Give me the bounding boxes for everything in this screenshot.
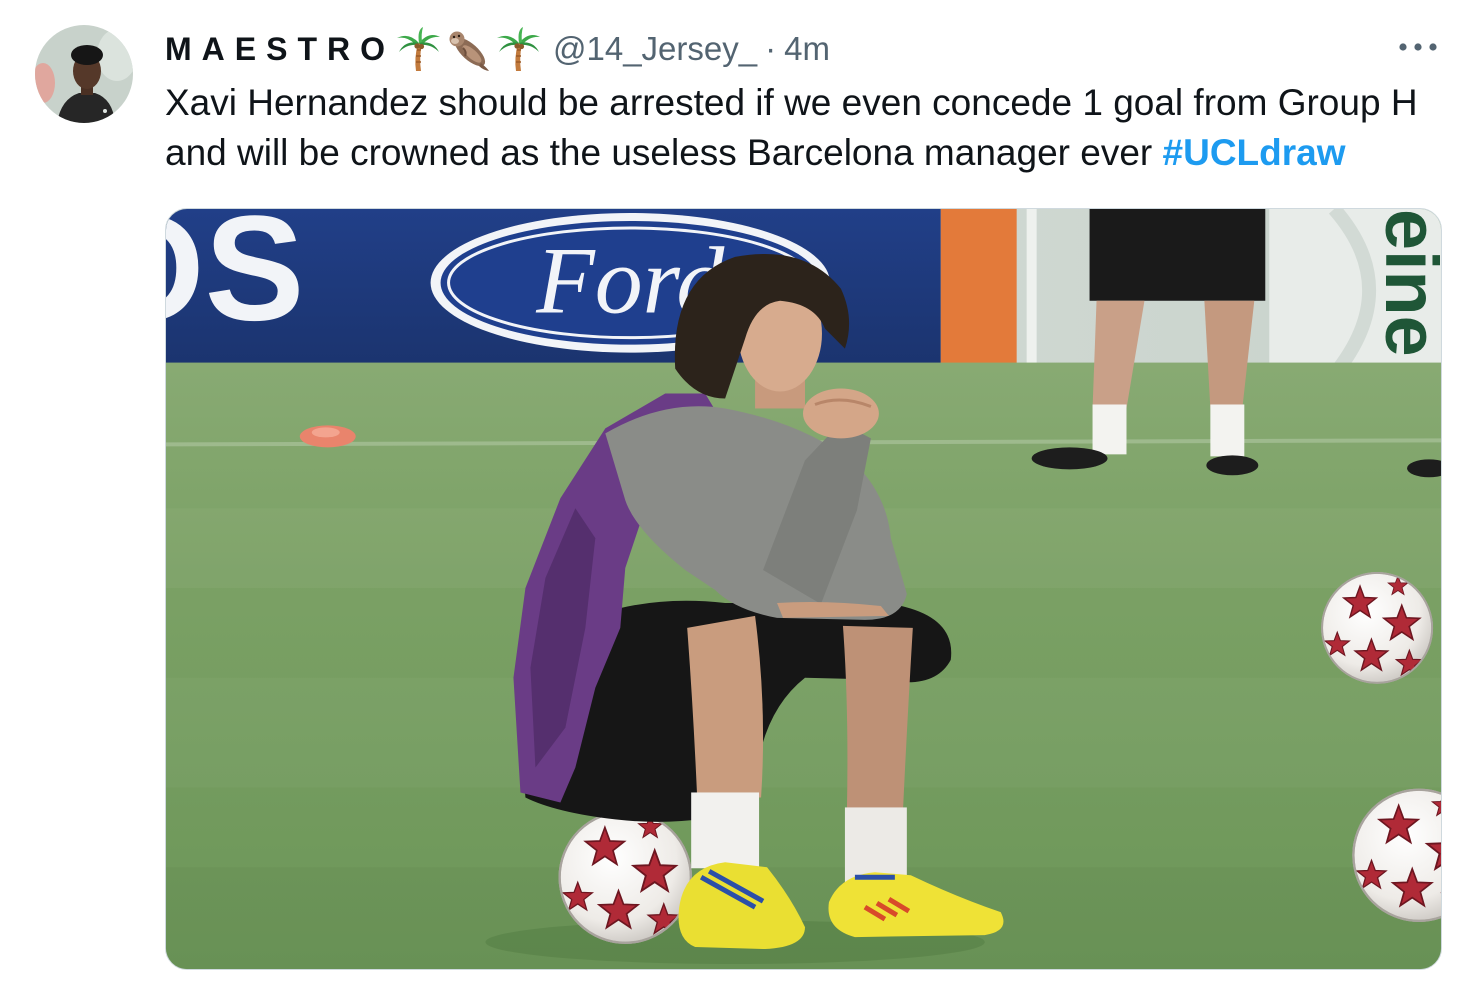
palm-tree-icon (395, 26, 441, 72)
avatar-image (35, 25, 133, 123)
author-avatar[interactable] (35, 25, 133, 123)
author-name[interactable]: MAESTRO (165, 31, 395, 68)
otter-icon (445, 26, 491, 72)
football (1322, 573, 1432, 683)
tweet-media-photo[interactable]: OS Ford eine (165, 208, 1442, 970)
header-separator: · (765, 30, 777, 67)
photo-scene: OS Ford eine (166, 209, 1441, 969)
tweet-text-line: and will be crowned as the useless Barce… (165, 128, 1418, 178)
goal-post (1026, 209, 1037, 379)
more-horizontal-icon (1399, 43, 1437, 51)
tweet-text-line-2: and will be crowned as the useless Barce… (165, 132, 1153, 173)
hashtag-link[interactable]: #UCLdraw (1163, 132, 1346, 173)
orange-board (940, 209, 1017, 371)
tweet-timestamp[interactable]: 4m (784, 30, 830, 68)
ad-board-text-right: eine (1370, 209, 1441, 357)
football (560, 812, 691, 943)
ad-board-text-left: OS (166, 209, 304, 352)
more-options-button[interactable] (1396, 30, 1442, 64)
tweet-text: Xavi Hernandez should be arrested if we … (165, 78, 1418, 178)
ad-board-right: eine (1269, 209, 1441, 379)
author-handle[interactable]: @14_Jersey_ (553, 30, 757, 68)
tweet-text-line: Xavi Hernandez should be arrested if we … (165, 78, 1418, 128)
palm-tree-icon (495, 26, 541, 72)
tweet-text-line-1: Xavi Hernandez should be arrested if we … (165, 82, 1418, 123)
tweet-header: MAESTRO @14_Jersey_ · 4m (165, 25, 830, 73)
